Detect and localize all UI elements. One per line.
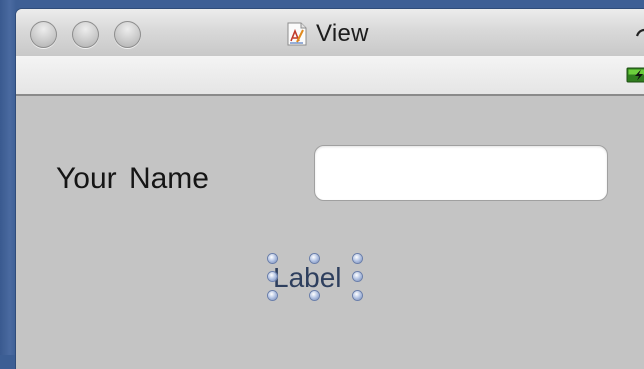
resize-handle-bottom-left[interactable]: [268, 291, 277, 300]
resize-handle-left[interactable]: [268, 272, 277, 281]
resize-handle-top-left[interactable]: [268, 254, 277, 263]
window-title-group: View: [286, 21, 369, 47]
toolbar-toggle-icon[interactable]: [634, 23, 644, 41]
resize-handle-bottom[interactable]: [310, 291, 319, 300]
battery-charging-icon: [626, 66, 644, 84]
output-label: Label: [273, 262, 342, 294]
zoom-button[interactable]: [114, 21, 141, 48]
resize-handle-right[interactable]: [353, 272, 362, 281]
window-title: View: [316, 20, 369, 48]
name-text-field[interactable]: [314, 145, 608, 201]
resize-handle-bottom-right[interactable]: [353, 291, 362, 300]
minimize-button[interactable]: [72, 21, 99, 48]
close-button[interactable]: [30, 21, 57, 48]
selected-label-element[interactable]: Label: [268, 254, 362, 300]
status-bar: [16, 56, 644, 96]
view-window: View Your Name Label: [16, 9, 644, 369]
your-name-label: Your Name: [56, 162, 209, 196]
resize-handle-top[interactable]: [310, 254, 319, 263]
title-bar[interactable]: View: [16, 9, 644, 57]
view-content: Your Name Label: [16, 96, 644, 369]
resize-handle-top-right[interactable]: [353, 254, 362, 263]
document-app-icon: [286, 22, 308, 46]
